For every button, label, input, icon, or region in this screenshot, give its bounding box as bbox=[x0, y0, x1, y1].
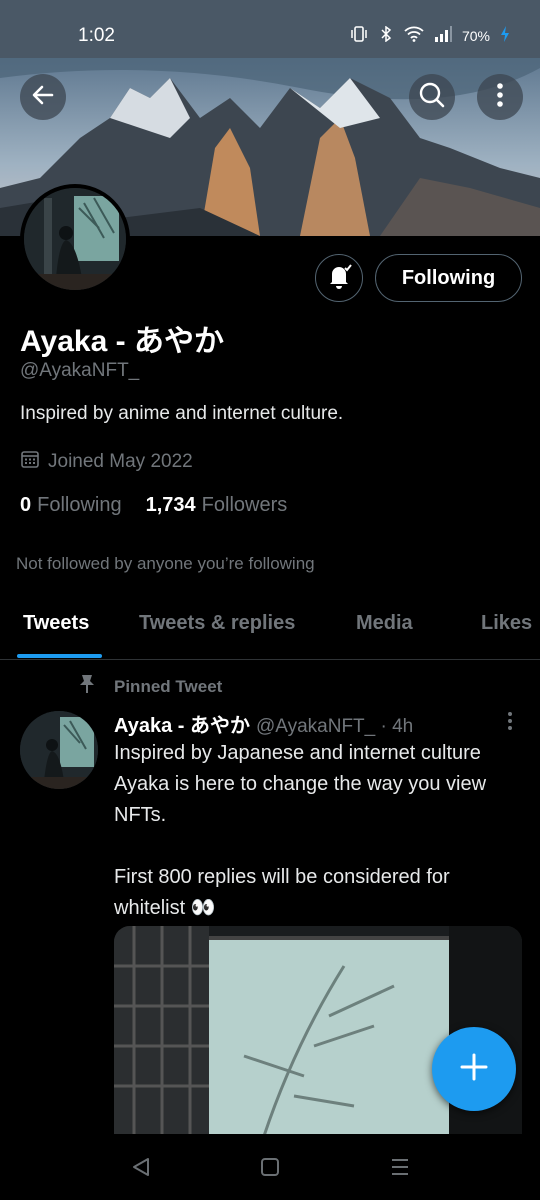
profile-bio: Inspired by anime and internet culture. bbox=[20, 403, 344, 424]
status-bar: 1:02 70% bbox=[0, 0, 540, 58]
profile-tabs: Tweets Tweets & replies Media Likes bbox=[0, 600, 540, 660]
tweet-author-handle-time: @AyakaNFT_ · 4h bbox=[255, 716, 414, 737]
pinned-label: Pinned Tweet bbox=[114, 676, 223, 696]
bell-check-icon bbox=[324, 261, 354, 296]
calendar-icon bbox=[20, 449, 40, 475]
not-followed-note: Not followed by anyone you’re following bbox=[16, 554, 315, 573]
charging-icon bbox=[500, 26, 510, 45]
search-button[interactable] bbox=[409, 74, 455, 120]
tweet-text: Inspired by Japanese and internet cultur… bbox=[114, 742, 487, 919]
profile-avatar[interactable] bbox=[20, 184, 130, 294]
followers-count: 1,734 bbox=[145, 494, 196, 516]
nav-back-icon[interactable] bbox=[130, 1156, 152, 1183]
follow-stats: 0 Following 1,734 Followers bbox=[20, 494, 287, 517]
tab-tweets[interactable]: Tweets bbox=[23, 612, 89, 635]
compose-tweet-button[interactable] bbox=[432, 1027, 516, 1111]
tweet-more-button[interactable] bbox=[502, 710, 518, 734]
bluetooth-icon bbox=[378, 25, 394, 45]
notifications-button[interactable] bbox=[315, 254, 363, 302]
tab-media[interactable]: Media bbox=[356, 612, 413, 635]
followers-stat[interactable]: 1,734 Followers bbox=[146, 494, 288, 517]
profile-name: Ayaka - あやか bbox=[20, 325, 224, 358]
nav-recents-icon[interactable] bbox=[389, 1156, 411, 1183]
status-time: 1:02 bbox=[78, 25, 115, 46]
active-tab-indicator bbox=[17, 654, 102, 658]
search-icon bbox=[418, 81, 446, 114]
status-icons: 70% bbox=[350, 25, 510, 45]
pin-icon bbox=[78, 674, 96, 699]
back-button[interactable] bbox=[20, 74, 66, 120]
following-stat[interactable]: 0 Following bbox=[20, 494, 122, 517]
following-label: Following bbox=[37, 494, 122, 516]
tweet-author-avatar[interactable] bbox=[20, 711, 98, 789]
profile-handle: @AyakaNFT_ bbox=[20, 360, 140, 381]
tab-likes[interactable]: Likes bbox=[481, 612, 532, 635]
plus-icon bbox=[458, 1051, 490, 1088]
more-options-button[interactable] bbox=[477, 74, 523, 120]
following-count: 0 bbox=[20, 494, 32, 516]
tweet-author-name[interactable]: Ayaka - あやか bbox=[114, 709, 250, 738]
back-arrow-icon bbox=[30, 82, 56, 113]
tweet-header: Ayaka - あやか @AyakaNFT_ · 4h bbox=[114, 709, 413, 738]
signal-icon bbox=[434, 26, 452, 45]
battery-level: 70% bbox=[461, 27, 490, 44]
join-date-text: Joined May 2022 bbox=[48, 451, 193, 472]
more-vertical-icon bbox=[502, 712, 518, 736]
system-nav-bar bbox=[0, 1134, 540, 1200]
following-button[interactable]: Following bbox=[375, 254, 522, 302]
vibrate-icon bbox=[350, 26, 368, 45]
wifi-icon bbox=[404, 26, 424, 45]
followers-label: Followers bbox=[201, 494, 288, 516]
more-vertical-icon bbox=[496, 82, 504, 113]
tab-tweets-replies[interactable]: Tweets & replies bbox=[139, 612, 295, 635]
join-date: Joined May 2022 bbox=[20, 449, 193, 475]
nav-home-icon[interactable] bbox=[259, 1156, 281, 1183]
pinned-label-row: Pinned Tweet bbox=[78, 674, 222, 699]
